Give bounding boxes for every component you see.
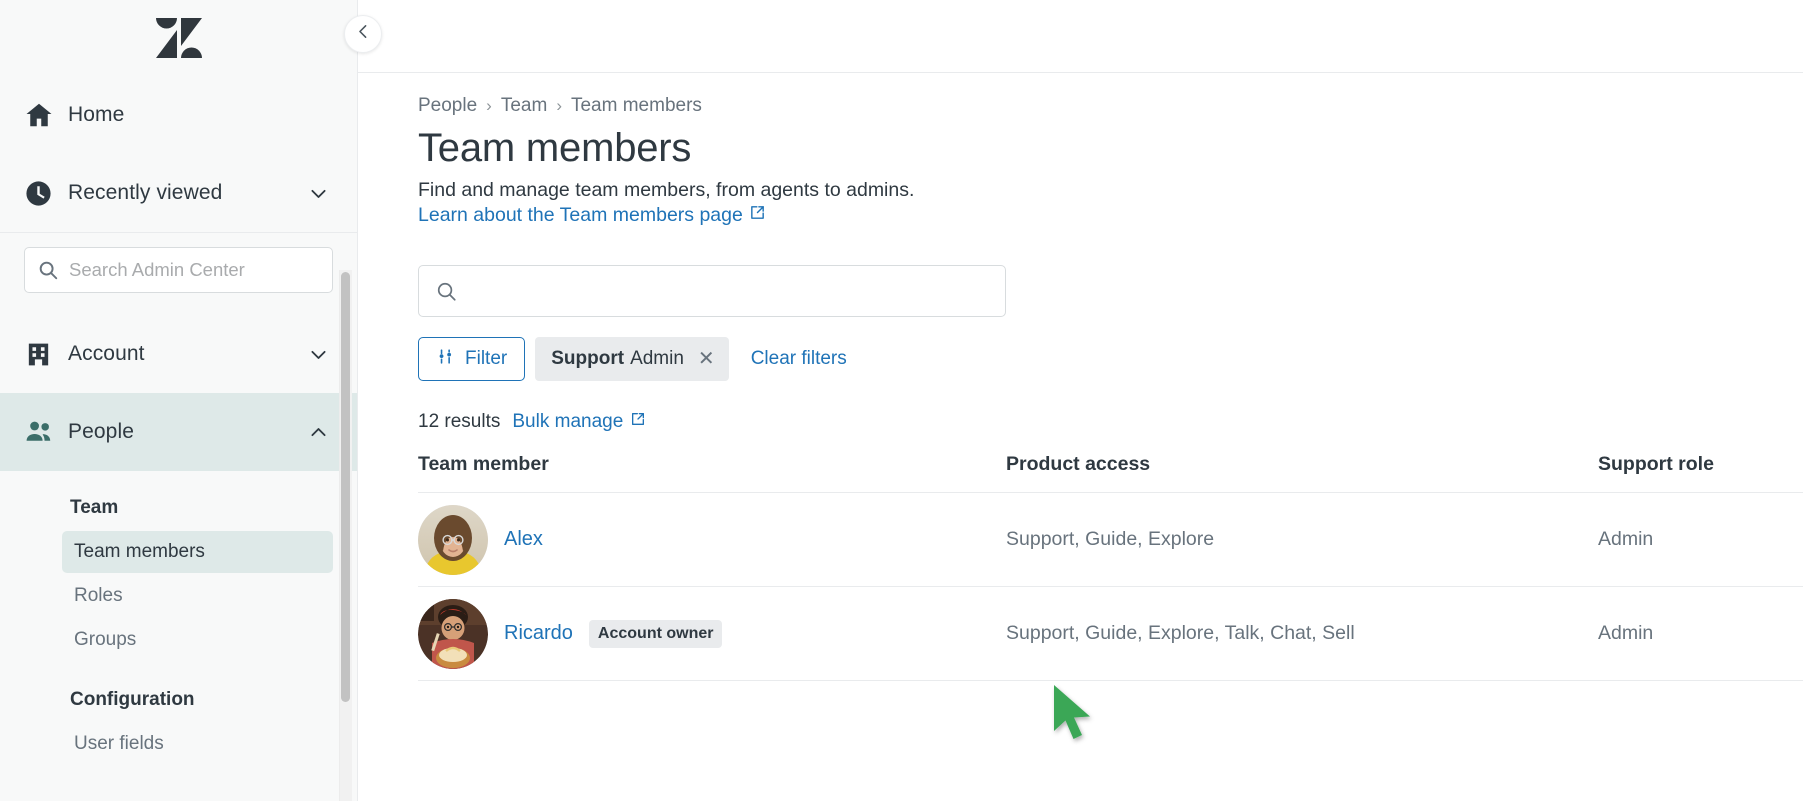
column-header-support-role: Support role: [1598, 453, 1714, 475]
sidebar-item-account-label: Account: [68, 342, 145, 365]
chevron-right-icon: ›: [556, 96, 562, 115]
close-icon[interactable]: ✕: [698, 349, 715, 369]
bulk-manage-label: Bulk manage: [512, 411, 624, 432]
building-icon: [24, 340, 68, 369]
bulk-manage-link[interactable]: Bulk manage: [512, 411, 646, 433]
home-icon: [24, 100, 68, 130]
page-title: Team members: [418, 126, 692, 170]
sidebar-item-people[interactable]: People: [0, 393, 357, 471]
sidebar-search-box[interactable]: [24, 247, 333, 293]
product-access-cell: Support, Guide, Explore: [1006, 528, 1215, 550]
filter-button[interactable]: Filter: [418, 337, 526, 381]
sidebar-item-recently-viewed-label: Recently viewed: [68, 181, 223, 204]
breadcrumb: People › Team › Team members: [418, 95, 1803, 117]
team-member-cell: Ricardo Account owner: [418, 598, 1006, 669]
page-content: People › Team › Team members Team member…: [358, 73, 1803, 681]
sidebar-item-roles[interactable]: Roles: [62, 575, 333, 617]
team-search-field[interactable]: [418, 265, 1006, 317]
breadcrumb-item-people[interactable]: People: [418, 95, 477, 117]
results-count: 12 results: [418, 411, 501, 432]
team-member-cell: Alex: [418, 504, 1006, 575]
support-role-cell: Admin: [1598, 622, 1654, 644]
results-summary: 12 results Bulk manage: [418, 411, 1803, 433]
left-sidebar: Home Recently viewed Search Admin Center…: [0, 0, 358, 801]
sidebar-search-wrap: [0, 233, 357, 315]
team-members-table: Team member Product access Support role: [418, 453, 1803, 681]
filter-row: Filter Support Admin ✕ Clear filters: [418, 337, 1803, 381]
table-row[interactable]: Alex Support, Guide, Explore Admin: [418, 493, 1803, 587]
sidebar-item-home-label: Home: [68, 103, 125, 126]
filter-chip-key: Support: [551, 348, 625, 369]
sidebar-item-people-label: People: [68, 420, 134, 443]
collapse-nav-button[interactable]: [344, 15, 382, 53]
mouse-cursor: [1051, 683, 1097, 745]
learn-about-page-link[interactable]: Learn about the Team members page: [418, 204, 766, 227]
product-access-cell: Support, Guide, Explore, Talk, Chat, Sel…: [1006, 622, 1355, 644]
primary-nav: Home Recently viewed: [0, 76, 357, 315]
sidebar-item-recently-viewed[interactable]: Recently viewed: [0, 154, 357, 232]
brand-header: [0, 0, 357, 76]
sidebar-item-user-fields[interactable]: User fields: [62, 723, 333, 765]
search-input[interactable]: [69, 259, 320, 281]
clock-icon: [24, 179, 68, 208]
search-icon: [37, 259, 59, 281]
people-icon: [24, 417, 68, 448]
sidebar-scroll-area: Account People Team Team members Roles G…: [0, 315, 357, 801]
learn-about-page-link-label: Learn about the Team members page: [418, 204, 743, 226]
status-badge: Account owner: [588, 619, 723, 648]
chevron-right-icon: ›: [486, 96, 492, 115]
chevron-up-icon[interactable]: [303, 422, 333, 443]
team-search-input[interactable]: [470, 280, 989, 302]
breadcrumb-item-team[interactable]: Team: [501, 95, 547, 117]
sidebar-item-home[interactable]: Home: [0, 76, 357, 154]
sidebar-item-account[interactable]: Account: [0, 315, 357, 393]
sidebar-item-team-members[interactable]: Team members: [62, 531, 333, 573]
team-member-name-link[interactable]: Ricardo: [504, 622, 573, 645]
column-header-product-access: Product access: [1006, 453, 1151, 475]
sidebar-item-groups[interactable]: Groups: [62, 619, 333, 661]
clear-filters-link[interactable]: Clear filters: [751, 348, 847, 370]
chevron-left-icon: [355, 23, 372, 45]
main-content: People › Team › Team members Team member…: [358, 0, 1803, 801]
filter-chip-support-admin[interactable]: Support Admin ✕: [535, 337, 729, 381]
main-topbar: [358, 0, 1803, 73]
people-subnav: Team Team members Roles Groups Configura…: [0, 471, 357, 765]
team-member-name-link[interactable]: Alex: [504, 528, 543, 551]
sidebar-scrollbar-thumb[interactable]: [341, 272, 350, 702]
table-row[interactable]: Ricardo Account owner Support, Guide, Ex…: [418, 587, 1803, 681]
column-header-team-member: Team member: [418, 453, 549, 475]
filter-sliders-icon: [436, 347, 455, 372]
external-link-icon: [749, 204, 766, 227]
filter-button-label: Filter: [465, 348, 508, 369]
breadcrumb-item-team-members: Team members: [570, 95, 702, 116]
avatar: [418, 598, 488, 669]
external-link-icon: [630, 411, 646, 433]
chevron-down-icon[interactable]: [303, 344, 333, 365]
support-role-cell: Admin: [1598, 528, 1654, 550]
table-header-row: Team member Product access Support role: [418, 453, 1803, 493]
search-icon: [435, 280, 458, 303]
zendesk-logo[interactable]: [155, 17, 203, 59]
chevron-down-icon[interactable]: [303, 183, 333, 204]
filter-chip-value: Admin: [630, 348, 684, 369]
admin-center-app: Home Recently viewed Search Admin Center…: [0, 0, 1803, 801]
subnav-group-team-title: Team: [70, 497, 119, 518]
subnav-group-configuration-title: Configuration: [70, 689, 195, 710]
avatar: [418, 504, 488, 575]
page-subtitle: Find and manage team members, from agent…: [418, 179, 915, 201]
